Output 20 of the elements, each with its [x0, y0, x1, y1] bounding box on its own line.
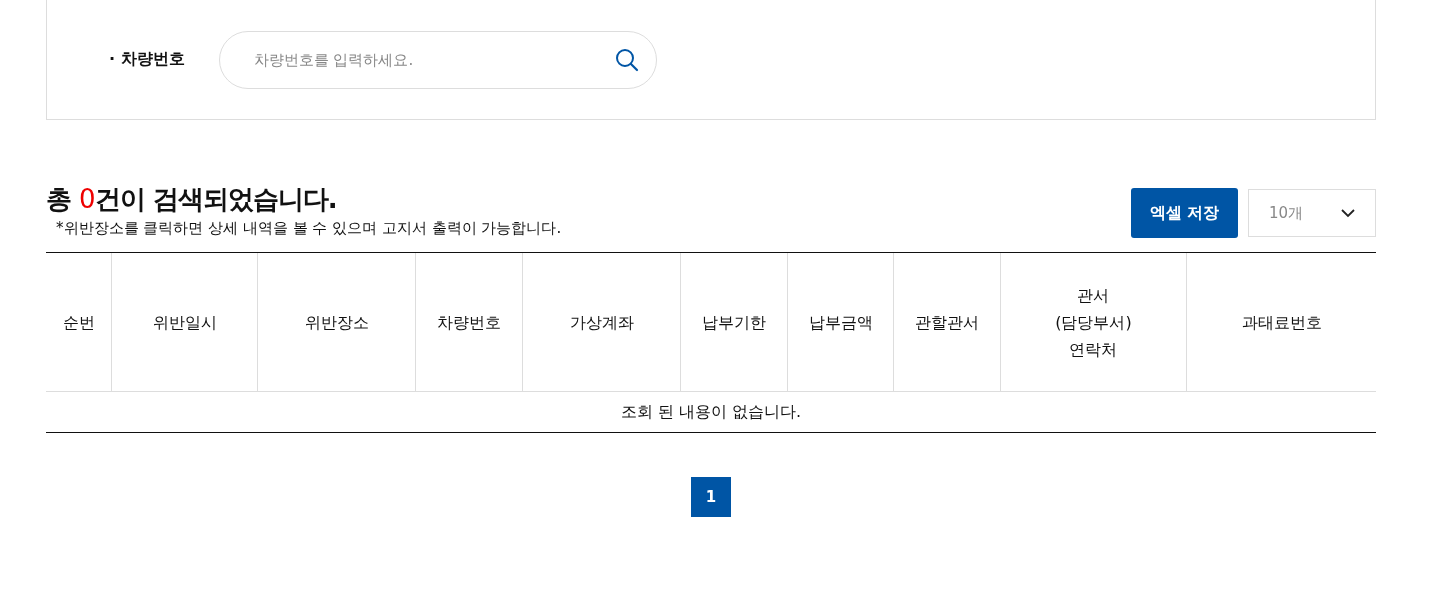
- page-button[interactable]: 1: [691, 477, 731, 517]
- chevron-down-icon: [1341, 208, 1355, 218]
- column-header: 관서 (담당부서) 연락처: [1001, 253, 1187, 391]
- page-size-select[interactable]: 10개: [1248, 189, 1376, 237]
- column-header: 납부금액: [788, 253, 894, 391]
- search-field[interactable]: 차량번호를 입력하세요.: [218, 30, 657, 89]
- excel-save-button[interactable]: 엑셀 저장: [1131, 188, 1238, 238]
- column-header: 위반장소: [258, 253, 416, 391]
- column-header: 납부기한: [681, 253, 788, 391]
- vehicle-number-label: · 차량번호: [109, 49, 185, 70]
- column-header: 가상계좌: [523, 253, 681, 391]
- help-note: *위반장소를 클릭하면 상세 내역을 볼 수 있으며 고지서 출력이 가능합니다.: [56, 219, 562, 238]
- column-header: 차량번호: [416, 253, 523, 391]
- column-header: 관할관서: [894, 253, 1001, 391]
- column-header: 순번: [46, 253, 112, 391]
- search-icon[interactable]: [614, 47, 639, 72]
- column-header: 위반일시: [112, 253, 258, 391]
- column-header: 과태료번호: [1240, 311, 1323, 334]
- result-count-heading: 총 0건이 검색되었습니다.: [46, 183, 338, 216]
- empty-message: 조회 된 내용이 없습니다.: [619, 400, 803, 423]
